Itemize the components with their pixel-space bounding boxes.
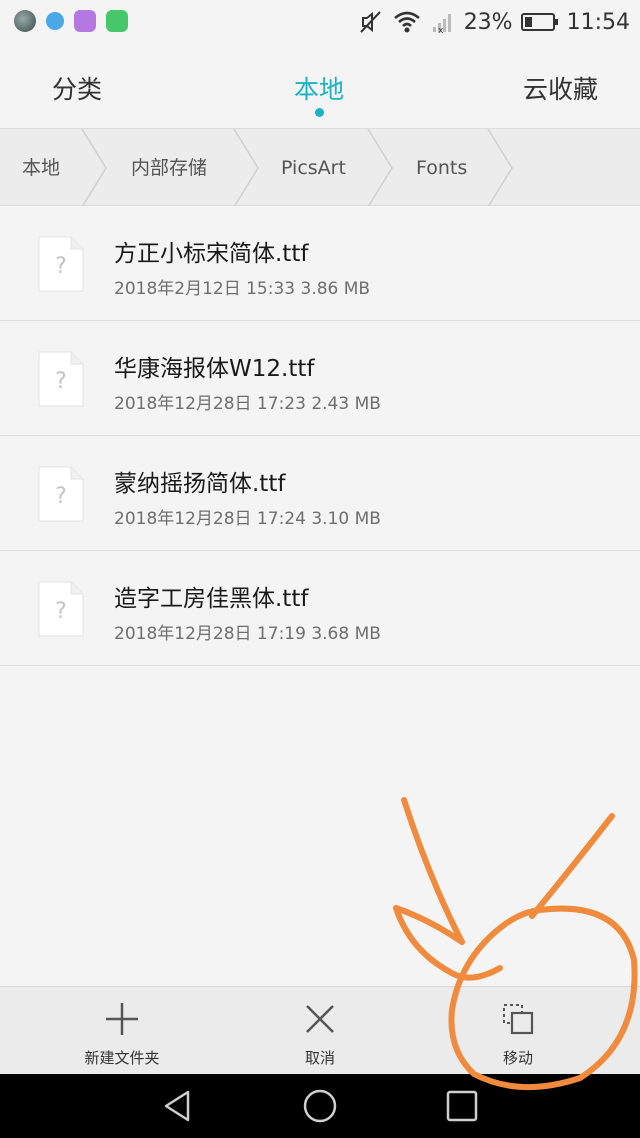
battery-icon bbox=[520, 13, 558, 31]
signal-icon: x bbox=[432, 14, 451, 35]
file-list: ? 方正小标宋简体.ttf 2018年2月12日 15:33 3.86 MB ?… bbox=[0, 206, 640, 666]
mute-icon bbox=[359, 11, 381, 33]
file-meta: 2018年12月28日 17:23 2.43 MB bbox=[114, 394, 381, 414]
move-icon bbox=[503, 1004, 534, 1035]
unknown-file-icon: ? bbox=[38, 236, 84, 292]
browser-icon bbox=[46, 12, 64, 30]
file-name: 方正小标宋简体.ttf bbox=[114, 241, 309, 267]
file-name: 华康海报体W12.ttf bbox=[114, 356, 315, 382]
file-name: 蒙纳摇扬简体.ttf bbox=[114, 471, 286, 497]
breadcrumb-chevron-icon bbox=[487, 129, 513, 207]
file-meta: 2018年12月28日 17:24 3.10 MB bbox=[114, 509, 381, 529]
close-icon bbox=[306, 1005, 334, 1033]
status-bar: x 23% 11:54 bbox=[0, 0, 640, 44]
cancel-label: 取消 bbox=[304, 1049, 335, 1067]
notification-icons bbox=[14, 10, 128, 32]
battery-percent: 23% bbox=[463, 9, 513, 35]
bottom-action-bar: 新建文件夹 取消 移动 bbox=[0, 986, 640, 1074]
svg-text:?: ? bbox=[55, 484, 67, 509]
new-folder-label: 新建文件夹 bbox=[84, 1049, 160, 1067]
breadcrumb-chevron-icon bbox=[233, 129, 259, 207]
system-nav-bar bbox=[0, 1074, 640, 1138]
svg-text:?: ? bbox=[55, 254, 67, 279]
unknown-file-icon: ? bbox=[38, 351, 84, 407]
breadcrumb-local[interactable]: 本地 bbox=[22, 129, 60, 205]
breadcrumb-picsart[interactable]: PicsArt bbox=[281, 129, 346, 205]
file-meta: 2018年2月12日 15:33 3.86 MB bbox=[114, 279, 371, 299]
plus-icon bbox=[106, 1003, 138, 1035]
security-icon bbox=[106, 10, 128, 32]
breadcrumb-internal-storage[interactable]: 内部存储 bbox=[131, 129, 207, 205]
svg-text:?: ? bbox=[55, 599, 67, 624]
photos-icon bbox=[74, 10, 96, 32]
breadcrumb-fonts[interactable]: Fonts bbox=[416, 129, 467, 205]
recents-icon[interactable] bbox=[444, 1088, 480, 1124]
screen: x 23% 11:54 分类 本地 云收藏 本地 内部存储 PicsArt Fo… bbox=[0, 0, 640, 1138]
list-item[interactable]: ? 方正小标宋简体.ttf 2018年2月12日 15:33 3.86 MB bbox=[0, 206, 640, 321]
move-label: 移动 bbox=[502, 1049, 533, 1067]
clock: 11:54 bbox=[566, 9, 630, 35]
tab-cloud-favorites[interactable]: 云收藏 bbox=[523, 70, 598, 106]
list-item[interactable]: ? 造字工房佳黑体.ttf 2018年12月28日 17:19 3.68 MB bbox=[0, 551, 640, 666]
tab-category[interactable]: 分类 bbox=[52, 70, 102, 106]
breadcrumb: 本地 内部存储 PicsArt Fonts bbox=[0, 128, 640, 207]
file-name: 造字工房佳黑体.ttf bbox=[114, 586, 309, 612]
back-icon[interactable] bbox=[160, 1088, 196, 1124]
active-tab-indicator bbox=[315, 108, 324, 117]
list-item[interactable]: ? 蒙纳摇扬简体.ttf 2018年12月28日 17:24 3.10 MB bbox=[0, 436, 640, 551]
home-icon[interactable] bbox=[302, 1088, 338, 1124]
status-right: x 23% 11:54 bbox=[358, 6, 630, 38]
new-folder-button[interactable]: 新建文件夹 bbox=[42, 987, 202, 1075]
svg-text:?: ? bbox=[55, 369, 67, 394]
cancel-button[interactable]: 取消 bbox=[240, 987, 400, 1075]
file-meta: 2018年12月28日 17:19 3.68 MB bbox=[114, 624, 381, 644]
wifi-icon bbox=[393, 11, 420, 33]
list-item[interactable]: ? 华康海报体W12.ttf 2018年12月28日 17:23 2.43 MB bbox=[0, 321, 640, 436]
gallery-icon bbox=[14, 10, 36, 32]
breadcrumb-chevron-icon bbox=[367, 129, 393, 207]
svg-text:x: x bbox=[438, 26, 444, 35]
move-button[interactable]: 移动 bbox=[438, 987, 598, 1075]
unknown-file-icon: ? bbox=[38, 581, 84, 637]
breadcrumb-chevron-icon bbox=[81, 129, 107, 207]
tab-local[interactable]: 本地 bbox=[294, 70, 344, 106]
unknown-file-icon: ? bbox=[38, 466, 84, 522]
category-tabs: 分类 本地 云收藏 bbox=[0, 44, 640, 128]
